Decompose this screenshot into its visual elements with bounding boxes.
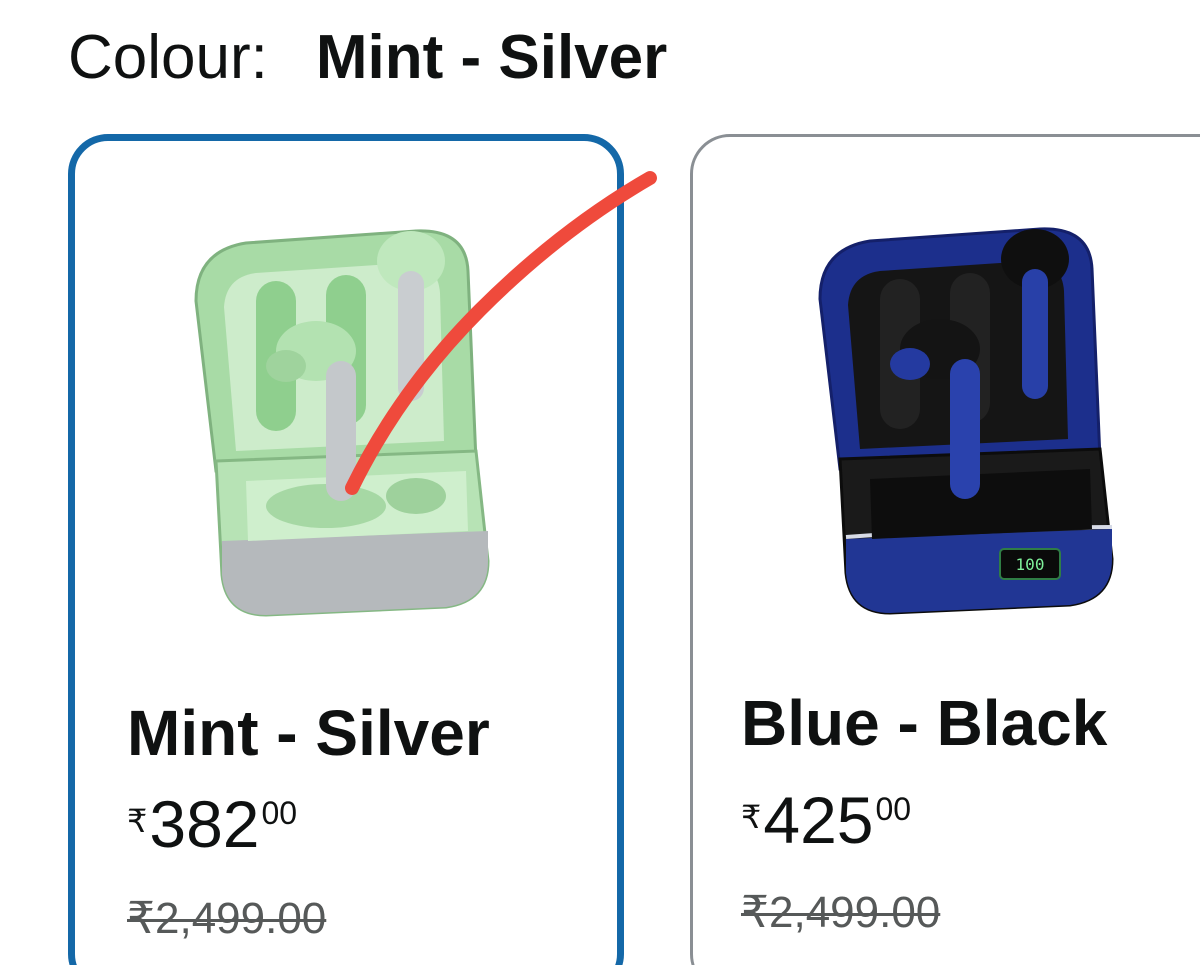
colour-label: Colour:	[68, 23, 268, 92]
product-colour-selector: Colour: Mint - Silver Mint - Silver ₹ 38…	[0, 0, 1200, 965]
price-fraction: 00	[875, 791, 912, 827]
variant-card-mint-silver[interactable]: Mint - Silver ₹ 382 00 ₹2,499.00	[68, 134, 624, 965]
mint-earbuds-case-image	[194, 229, 490, 617]
blue-black-earbuds-case-image: 100	[818, 227, 1114, 615]
variant-name: Mint - Silver	[127, 697, 490, 769]
colour-selection-row: Colour: Mint - Silver	[68, 18, 667, 98]
list-price: ₹2,499.00	[127, 894, 327, 943]
currency-symbol: ₹	[741, 799, 762, 835]
variant-name: Blue - Black	[741, 687, 1108, 759]
selected-colour-value: Mint - Silver	[315, 23, 668, 92]
variant-price: ₹ 382 00	[127, 791, 297, 857]
list-price: ₹2,499.00	[741, 888, 941, 937]
price-whole: 382	[149, 787, 260, 861]
svg-text:100: 100	[1016, 555, 1045, 574]
variant-card-blue-black[interactable]: 100 Blue - Black ₹ 425 00 ₹2,499.00	[690, 134, 1200, 965]
currency-symbol: ₹	[127, 803, 148, 839]
price-whole: 425	[763, 783, 874, 857]
price-fraction: 00	[261, 795, 298, 831]
variant-price: ₹ 425 00	[741, 787, 911, 853]
